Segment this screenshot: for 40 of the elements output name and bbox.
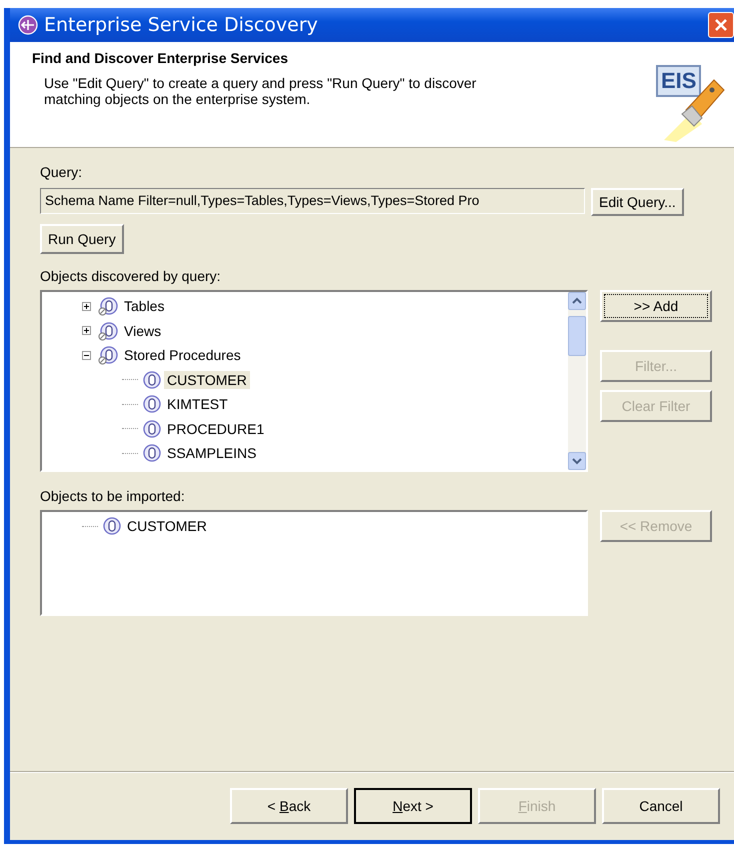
discovered-label: Objects discovered by query: — [40, 268, 222, 286]
logo-text: EIS — [656, 65, 702, 97]
database-icon — [98, 320, 118, 341]
page-description: Use "Edit Query" to create a query and press "Run Query" to discover matching objects on the enterprise system. — [44, 75, 478, 107]
database-icon — [141, 443, 161, 464]
run-query-button[interactable]: Run Query — [40, 224, 124, 254]
tree-item[interactable]: PROCEDURE1 — [164, 420, 268, 438]
database-icon — [98, 345, 118, 366]
database-icon — [141, 418, 161, 439]
tree-item[interactable]: SSAMPLEINS — [164, 444, 260, 462]
scroll-thumb[interactable] — [568, 316, 586, 356]
tree-item[interactable]: CUSTOMER — [164, 370, 250, 389]
database-icon — [98, 296, 118, 316]
expand-icon[interactable] — [82, 326, 91, 336]
edit-query-button[interactable]: Edit Query... — [591, 188, 684, 216]
wizard-button[interactable]: < Back — [230, 788, 348, 824]
database-icon — [101, 516, 121, 536]
scroll-up-icon[interactable] — [568, 292, 586, 310]
tree-item[interactable]: KIMTEST — [164, 395, 231, 414]
close-button[interactable] — [708, 12, 734, 38]
tree-item[interactable]: Views — [121, 322, 164, 340]
database-icon — [141, 394, 161, 414]
query-field[interactable]: Schema Name Filter=null,Types=Tables,Types=Views,Types=Stored Pro — [40, 188, 585, 214]
tree-item[interactable]: Tables — [121, 297, 168, 316]
database-icon — [141, 370, 161, 390]
side-button[interactable]: >> Add — [600, 290, 712, 322]
tree-item[interactable]: Stored Procedures — [121, 346, 244, 364]
window-title: Enterprise Service Discovery — [44, 14, 319, 36]
scrollbar[interactable] — [568, 292, 586, 470]
expand-icon[interactable] — [82, 302, 91, 311]
imported-label: Objects to be imported: — [40, 488, 186, 506]
app-icon — [18, 15, 38, 35]
query-label: Query: — [40, 164, 84, 182]
tree-item[interactable]: CUSTOMER — [124, 517, 210, 536]
wizard-button[interactable]: Next > — [354, 788, 472, 824]
collapse-icon[interactable] — [82, 350, 91, 360]
page-title: Find and Discover Enterprise Services — [32, 50, 289, 66]
wizard-button[interactable]: Cancel — [602, 788, 720, 824]
scroll-down-icon[interactable] — [568, 452, 586, 470]
close-icon — [714, 18, 728, 32]
